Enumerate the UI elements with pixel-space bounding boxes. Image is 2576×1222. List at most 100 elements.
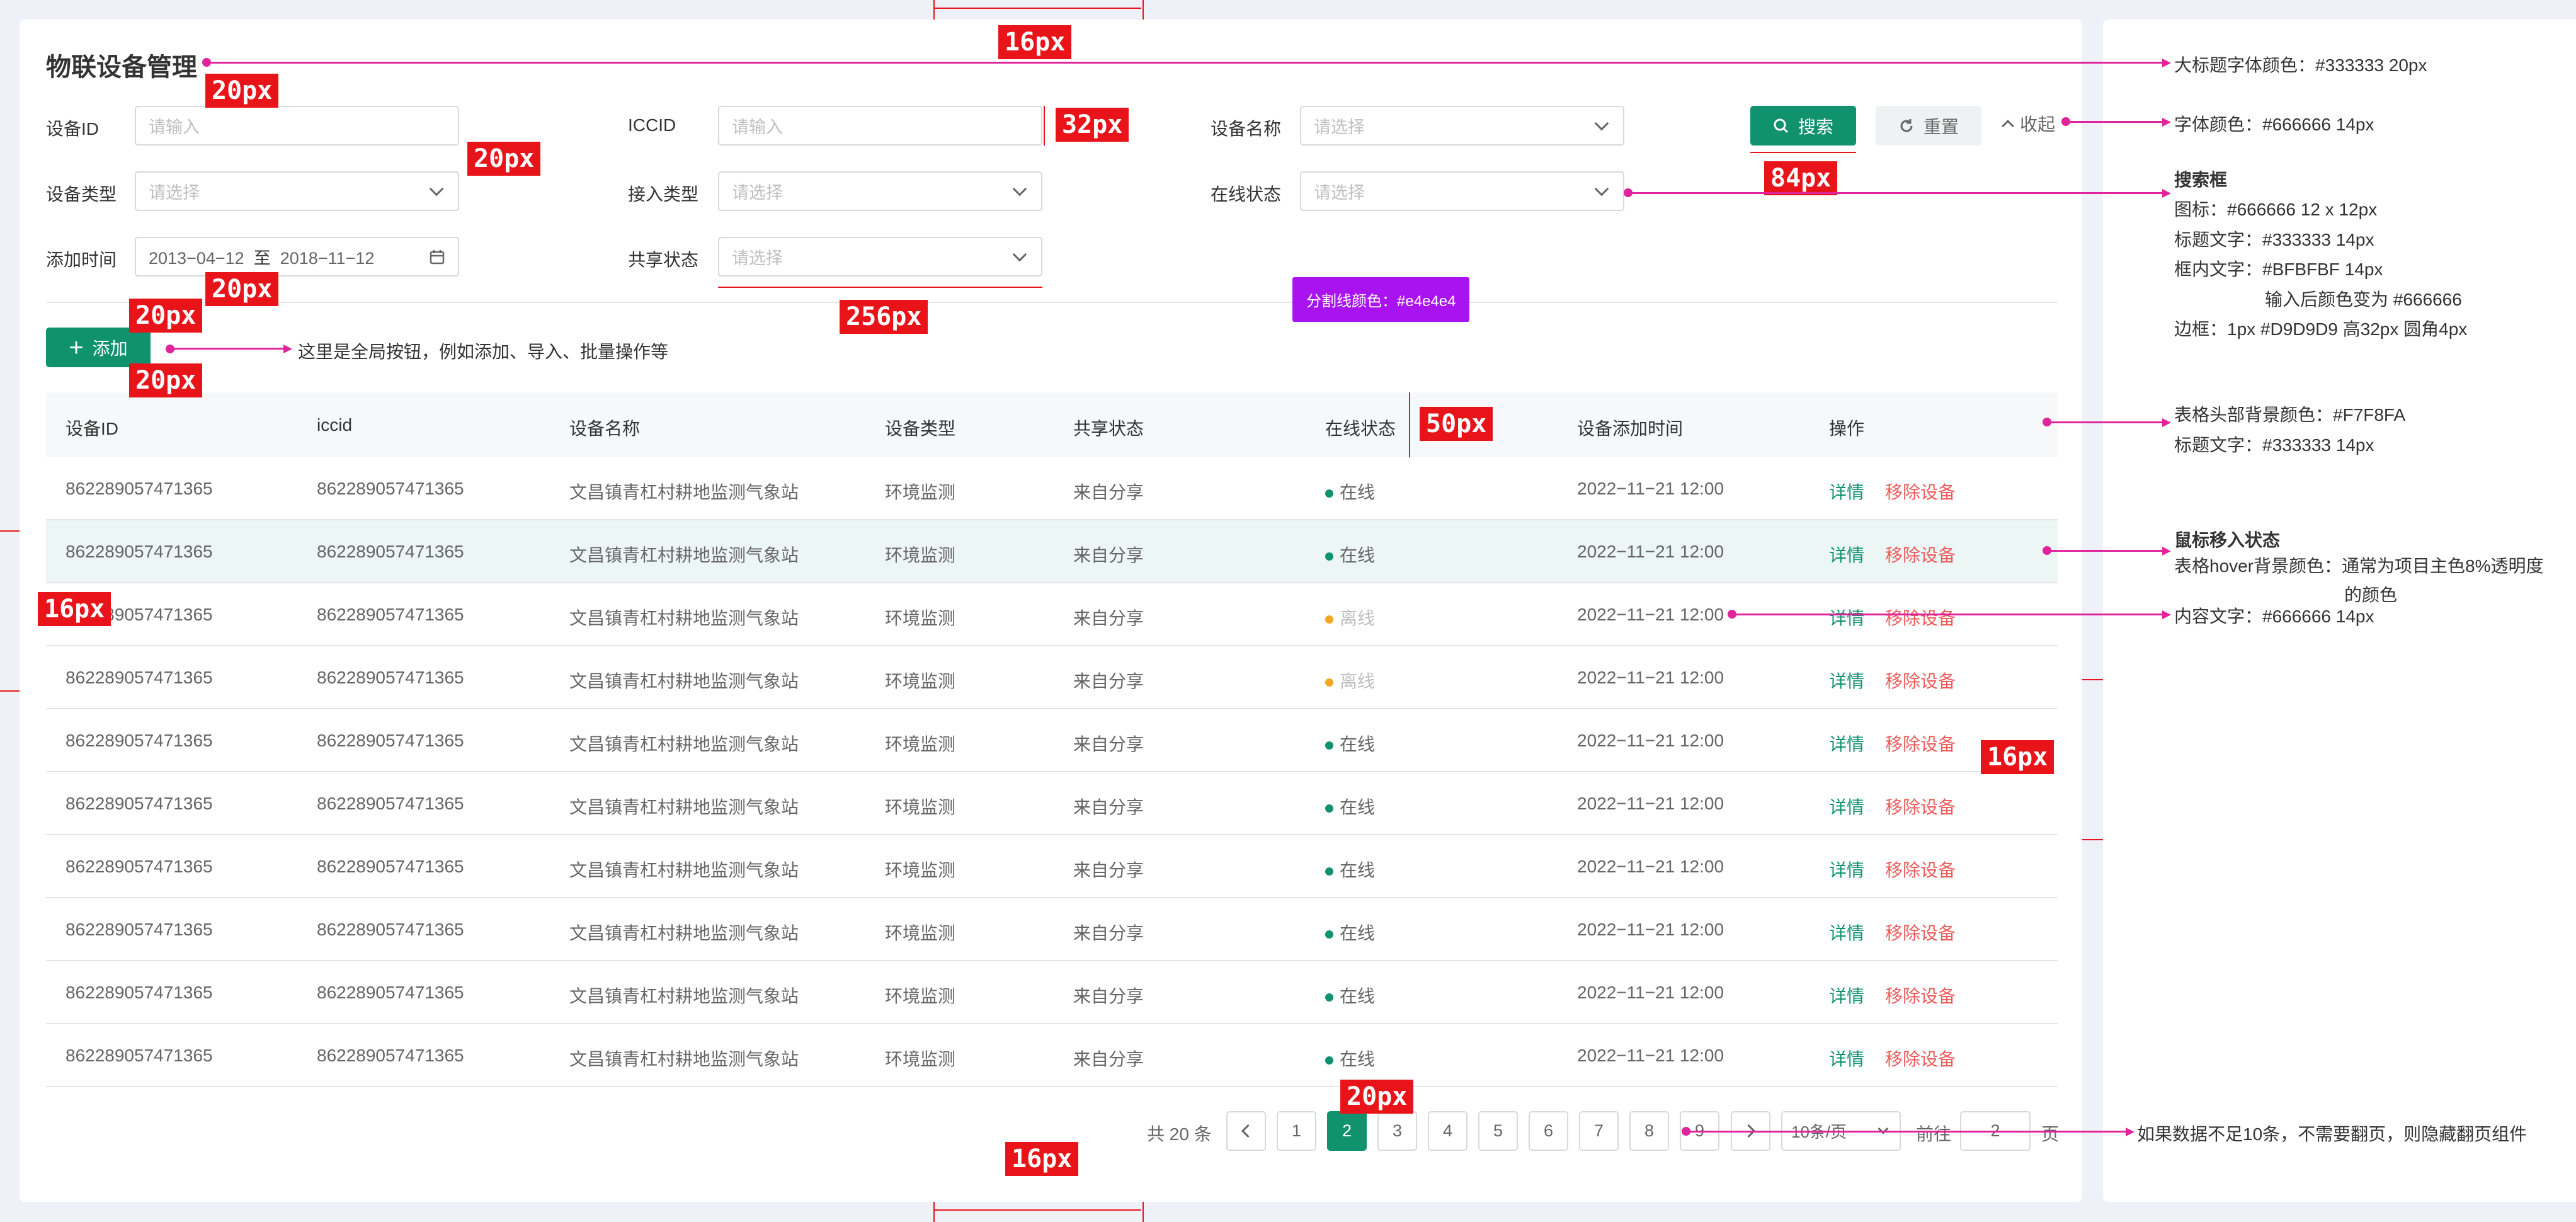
cell-id: 862289057471365	[66, 542, 213, 561]
remove-device-link[interactable]: 移除设备	[1885, 983, 1956, 1008]
add-time-label: 添加时间	[46, 250, 117, 270]
chevron-down-icon	[1594, 181, 1609, 196]
annotation-arrow	[2162, 418, 2171, 427]
cell-name: 文昌镇青杠村耕地监测气象站	[569, 860, 799, 880]
remove-device-link[interactable]: 移除设备	[1885, 542, 1956, 567]
cell-time: 2022−11−21 12:00	[1577, 1046, 1724, 1065]
margin-marker-line	[933, 8, 1141, 9]
remove-device-link[interactable]: 移除设备	[1885, 857, 1956, 882]
width-marker	[718, 287, 1042, 288]
page-button[interactable]: 2	[1327, 1111, 1367, 1151]
cell-type: 环境监测	[885, 923, 956, 943]
remove-device-link[interactable]: 移除设备	[1885, 1046, 1956, 1071]
detail-link[interactable]: 详情	[1829, 668, 1864, 693]
cell-time: 2022−11−21 12:00	[1577, 542, 1724, 561]
status-dot-icon	[1325, 993, 1333, 1002]
cell-name: 文昌镇青杠村耕地监测气象站	[569, 797, 799, 817]
status-dot-icon	[1325, 741, 1333, 750]
device-name-select[interactable]: 请选择	[1300, 106, 1624, 146]
note-search-box-icon: 图标：#666666 12 x 12px	[2174, 200, 2378, 219]
annotation-line	[207, 62, 2162, 64]
divider-color-tag: 分割线颜色：#e4e4e4	[1292, 277, 1470, 322]
spacing-tag: 16px	[38, 592, 111, 626]
status-dot-icon	[1325, 678, 1333, 687]
annotation-arrow	[283, 345, 292, 353]
remove-device-link[interactable]: 移除设备	[1885, 731, 1956, 756]
remove-device-link[interactable]: 移除设备	[1885, 605, 1956, 630]
collapse-toggle[interactable]: 收起	[2001, 111, 2055, 136]
search-divider	[46, 302, 2058, 303]
cell-id: 862289057471365	[66, 479, 213, 498]
status-dot-icon	[1325, 615, 1333, 624]
spacing-tag: 32px	[1056, 108, 1129, 142]
detail-link[interactable]: 详情	[1829, 920, 1864, 945]
online-status-label: 在线状态	[1211, 185, 1282, 204]
cell-iccid: 862289057471365	[317, 794, 464, 813]
column-header: 设备名称	[569, 419, 641, 438]
cell-status: 在线	[1325, 1046, 1375, 1071]
cell-time: 2022−11−21 12:00	[1577, 983, 1724, 1002]
page-button[interactable]: 4	[1428, 1111, 1468, 1151]
page-button[interactable]: 6	[1529, 1111, 1568, 1151]
plus-icon: +	[69, 333, 84, 362]
detail-link[interactable]: 详情	[1829, 983, 1864, 1008]
cell-iccid: 862289057471365	[317, 668, 464, 687]
detail-link[interactable]: 详情	[1829, 731, 1864, 756]
iccid-input[interactable]: 请输入	[718, 106, 1042, 146]
cell-type: 环境监测	[885, 483, 956, 502]
detail-link[interactable]: 详情	[1829, 1046, 1864, 1071]
chevron-up-icon	[2002, 120, 2014, 132]
cell-share: 来自分享	[1073, 860, 1144, 880]
detail-link[interactable]: 详情	[1829, 605, 1864, 630]
cell-type: 环境监测	[885, 986, 956, 1006]
search-button[interactable]: 搜索	[1750, 106, 1856, 146]
remove-device-link[interactable]: 移除设备	[1885, 479, 1956, 504]
page-button[interactable]: 7	[1579, 1111, 1619, 1151]
annotation-line	[2047, 421, 2162, 423]
page-button[interactable]: 1	[1277, 1111, 1316, 1151]
detail-link[interactable]: 详情	[1829, 794, 1864, 819]
cell-share: 来自分享	[1073, 483, 1144, 502]
device-type-select[interactable]: 请选择	[135, 171, 459, 211]
remove-device-link[interactable]: 移除设备	[1885, 668, 1956, 693]
spacing-tag: 20px	[129, 363, 203, 397]
cell-iccid: 862289057471365	[317, 479, 464, 498]
access-type-label: 接入类型	[628, 185, 699, 204]
cell-type: 环境监测	[885, 545, 956, 565]
chevron-left-icon	[1241, 1124, 1255, 1138]
prev-page-button[interactable]	[1226, 1111, 1266, 1151]
add-button[interactable]: + 添加	[46, 328, 151, 367]
annotation-line	[1686, 1131, 2126, 1133]
online-status-select[interactable]: 请选择	[1300, 171, 1624, 211]
total-count: 共 20 条	[1147, 1124, 1212, 1144]
status-dot-icon	[1325, 1056, 1333, 1065]
access-type-select[interactable]: 请选择	[718, 171, 1042, 211]
cell-share: 来自分享	[1073, 734, 1144, 754]
cell-iccid: 862289057471365	[317, 1046, 464, 1065]
detail-link[interactable]: 详情	[1829, 479, 1864, 504]
device-id-input[interactable]: 请输入	[135, 106, 459, 146]
note-search-box-text2: 输入后颜色变为 #666666	[2265, 290, 2462, 309]
iccid-label: ICCID	[628, 115, 676, 135]
note-title-color: 大标题字体颜色：#333333 20px	[2174, 55, 2427, 75]
detail-link[interactable]: 详情	[1829, 542, 1864, 567]
remove-device-link[interactable]: 移除设备	[1885, 794, 1956, 819]
annotation-arrow	[2126, 1128, 2134, 1136]
detail-link[interactable]: 详情	[1829, 857, 1864, 882]
cell-id: 862289057471365	[66, 731, 213, 750]
chevron-down-icon	[429, 181, 444, 196]
spacing-tag: 16px	[1005, 1142, 1079, 1176]
cell-time: 2022−11−21 12:00	[1577, 731, 1724, 750]
annotation-arrow	[2162, 118, 2171, 127]
cell-id: 862289057471365	[66, 1046, 213, 1065]
reset-button[interactable]: 重置	[1876, 106, 1981, 146]
page-title: 物联设备管理	[46, 54, 197, 81]
share-status-select[interactable]: 请选择	[718, 237, 1042, 277]
page-button[interactable]: 3	[1377, 1111, 1417, 1151]
page-button[interactable]: 5	[1478, 1111, 1518, 1151]
margin-marker-line	[0, 690, 20, 692]
page-button[interactable]: 8	[1629, 1111, 1669, 1151]
spacing-tag: 16px	[1981, 740, 2055, 774]
date-range-picker[interactable]: 2013−04−12 至 2018−11−12	[135, 237, 459, 277]
remove-device-link[interactable]: 移除设备	[1885, 920, 1956, 945]
